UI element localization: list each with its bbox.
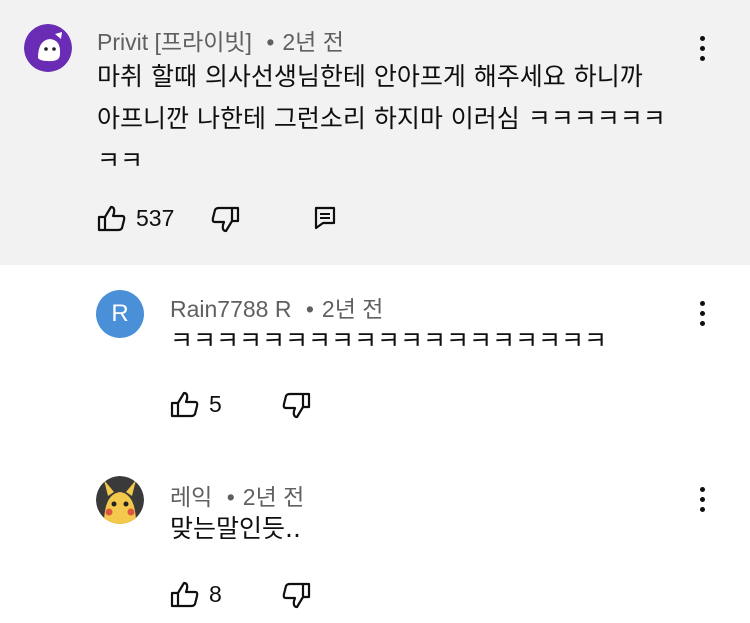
avatar[interactable] [24, 24, 72, 72]
reply-button[interactable] [314, 206, 336, 230]
dislike-button[interactable] [210, 206, 240, 234]
thumbs-down-icon [282, 392, 311, 419]
dislike-button[interactable] [281, 582, 311, 610]
avatar[interactable] [96, 476, 144, 524]
meta-separator: • [266, 29, 275, 55]
comment-text-line: 마취 할때 의사선생님한테 안아프게 해주세요 하니까 [97, 62, 643, 91]
thumbs-up-icon [97, 205, 126, 232]
thumbs-up-icon [170, 581, 199, 608]
comment-time[interactable]: 2년 전 [322, 296, 384, 322]
more-vert-icon[interactable] [690, 28, 714, 68]
like-count: 5 [209, 390, 222, 417]
author-tag: [프라이빗] [154, 29, 252, 55]
thumbs-up-icon [170, 391, 199, 418]
reply-comment-2: 레익 • 2년 전 맞는말인듯.. 8 [0, 455, 750, 623]
comment-time[interactable]: 2년 전 [282, 29, 344, 55]
author-name[interactable]: Rain7788 R [170, 296, 291, 322]
like-button[interactable]: 5 [170, 390, 222, 418]
author-name[interactable]: Privit [97, 29, 148, 55]
comment-text: 맞는말인듯.. [170, 514, 301, 543]
reply-comment-1: R Rain7788 R • 2년 전 ㅋㅋㅋㅋㅋㅋㅋㅋㅋㅋㅋㅋㅋㅋㅋㅋㅋㅋㅋ 5 [0, 265, 750, 455]
comment-text-line: ㅋㅋ [97, 146, 144, 175]
comment-1: Privit [프라이빗] • 2년 전 마취 할때 의사선생님한테 안아프게 해… [0, 0, 750, 265]
comment-text: 마취 할때 의사선생님한테 안아프게 해주세요 하니까 아프니깐 나한테 그런소… [97, 56, 666, 182]
thumbs-down-icon [282, 582, 311, 609]
more-vert-icon[interactable] [690, 479, 714, 519]
avatar[interactable]: R [96, 290, 144, 338]
meta-separator: • [226, 484, 235, 510]
reply-icon [314, 206, 336, 230]
like-button[interactable]: 537 [97, 204, 174, 232]
dislike-button[interactable] [281, 392, 311, 420]
thumbs-down-icon [211, 206, 240, 233]
like-count: 8 [209, 580, 222, 607]
like-button[interactable]: 8 [170, 580, 222, 608]
comment-meta: 레익 • 2년 전 [170, 478, 304, 512]
comment-text: ㅋㅋㅋㅋㅋㅋㅋㅋㅋㅋㅋㅋㅋㅋㅋㅋㅋㅋㅋ [170, 326, 608, 355]
comment-meta: Rain7788 R • 2년 전 [170, 290, 383, 324]
author-name[interactable]: 레익 [170, 484, 212, 510]
meta-separator: • [305, 296, 314, 322]
more-vert-icon[interactable] [690, 293, 714, 333]
comment-time[interactable]: 2년 전 [243, 484, 305, 510]
comment-meta: Privit [프라이빗] • 2년 전 [97, 23, 344, 57]
comment-text-line: 아프니깐 나한테 그런소리 하지마 이러심 ㅋㅋㅋㅋㅋㅋ [97, 104, 666, 133]
like-count: 537 [136, 204, 175, 231]
